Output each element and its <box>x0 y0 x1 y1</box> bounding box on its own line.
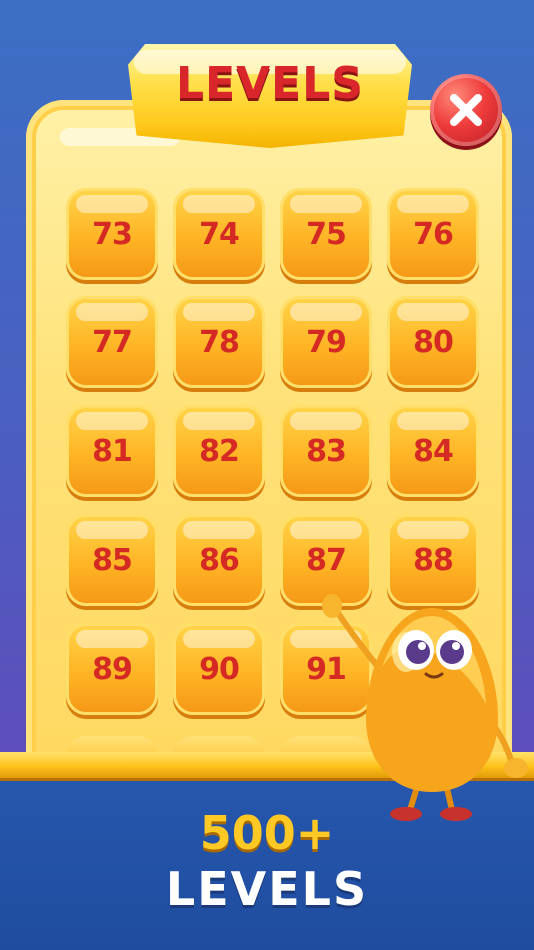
level-tile[interactable]: 89 <box>66 623 158 715</box>
level-tile[interactable]: 76 <box>387 188 479 280</box>
level-number: 87 <box>306 542 347 578</box>
level-number: 80 <box>413 324 454 360</box>
level-number: 78 <box>199 324 240 360</box>
level-tile[interactable]: 73 <box>66 188 158 280</box>
level-number: 79 <box>306 324 347 360</box>
level-number: 75 <box>306 216 347 252</box>
promo-count: 500+ <box>199 806 335 860</box>
level-number: 83 <box>306 433 347 469</box>
level-tile[interactable]: 79 <box>280 296 372 388</box>
level-tile[interactable]: 86 <box>173 514 265 606</box>
level-number: 88 <box>413 542 454 578</box>
level-number: 76 <box>413 216 454 252</box>
level-tile[interactable]: 90 <box>173 623 265 715</box>
close-icon <box>450 94 482 126</box>
level-number: 85 <box>92 542 133 578</box>
level-tile[interactable]: 82 <box>173 405 265 497</box>
level-number: 90 <box>199 651 240 687</box>
level-tile[interactable]: 81 <box>66 405 158 497</box>
level-number: 74 <box>199 216 240 252</box>
level-tile[interactable]: 75 <box>280 188 372 280</box>
level-number: 82 <box>199 433 240 469</box>
level-number: 84 <box>413 433 454 469</box>
level-number: 81 <box>92 433 133 469</box>
level-tile[interactable]: 80 <box>387 296 479 388</box>
level-number: 86 <box>199 542 240 578</box>
level-tile[interactable]: 74 <box>173 188 265 280</box>
level-number: 89 <box>92 651 133 687</box>
promo-label: LEVELS <box>165 862 369 916</box>
level-tile[interactable]: 85 <box>66 514 158 606</box>
level-tile[interactable]: 83 <box>280 405 372 497</box>
level-number: 77 <box>92 324 133 360</box>
level-tile[interactable]: 84 <box>387 405 479 497</box>
mascot-character <box>322 594 528 821</box>
page-title: LEVELS <box>176 58 364 109</box>
close-button[interactable] <box>430 74 502 146</box>
level-tile[interactable]: 78 <box>173 296 265 388</box>
level-number: 73 <box>92 216 133 252</box>
level-tile[interactable]: 77 <box>66 296 158 388</box>
